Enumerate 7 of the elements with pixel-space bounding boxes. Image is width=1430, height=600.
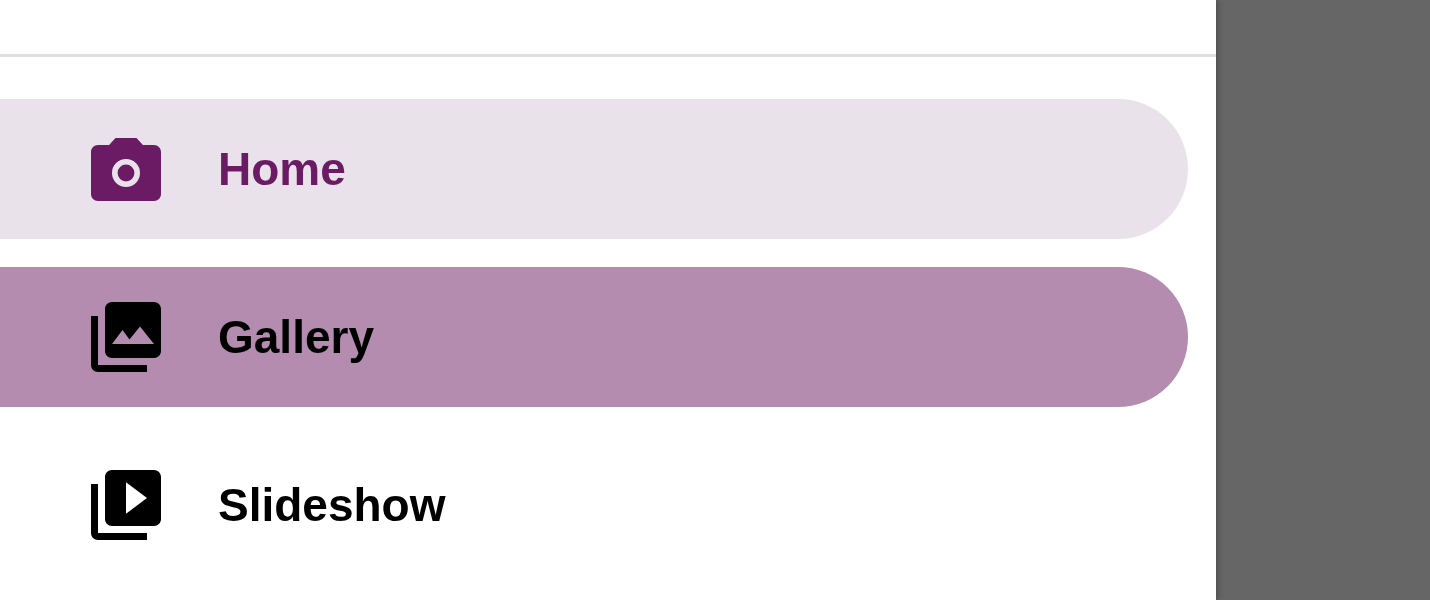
video-stack-icon	[91, 470, 161, 540]
menu-item[interactable]: Home	[0, 99, 1188, 239]
menu-item-label: Slideshow	[218, 482, 446, 528]
photo-stack-icon	[91, 302, 161, 372]
menu-item-label: Home	[218, 146, 346, 192]
camera-icon	[91, 137, 161, 201]
menu-item[interactable]: Gallery	[0, 267, 1188, 407]
